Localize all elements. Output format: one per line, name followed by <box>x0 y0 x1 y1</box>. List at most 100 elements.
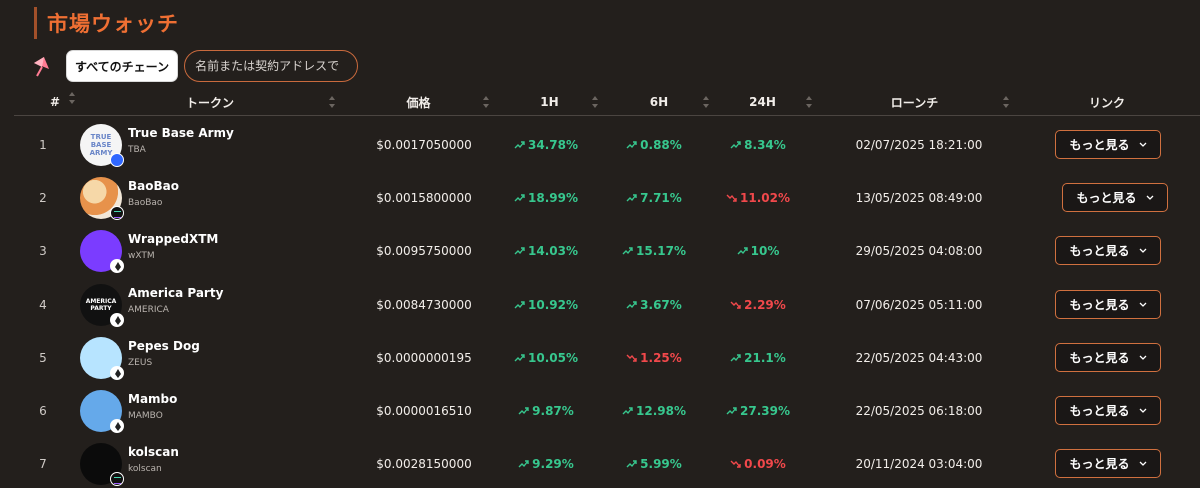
launch-time: 22/05/2025 06:18:00 <box>855 403 983 418</box>
chevron-down-icon <box>1139 408 1146 413</box>
trending-down-icon <box>726 194 737 202</box>
token-cell[interactable]: Mambo MAMBO <box>80 384 310 437</box>
token-cell[interactable]: kolscan kolscan <box>80 437 310 488</box>
token-cell[interactable]: TRUE BASE ARMY True Base Army TBA <box>80 118 310 171</box>
trending-up-icon <box>622 246 633 254</box>
row-index: 6 <box>39 403 47 418</box>
sort-arrows-icon[interactable] <box>806 96 812 108</box>
table-row[interactable]: 5 Pepes Dog ZEUS $0.0000000195 10.05% 1.… <box>14 331 1200 384</box>
change-6h: 5.99% <box>609 437 699 488</box>
more-links-button[interactable]: もっと見る <box>1055 343 1161 372</box>
sort-arrows-icon[interactable] <box>592 96 598 108</box>
chain-badge-icon <box>110 312 124 327</box>
column-token-header[interactable]: トークン <box>85 88 335 116</box>
sort-arrows-icon[interactable] <box>1003 96 1009 108</box>
more-links-button[interactable]: もっと見る <box>1055 449 1161 478</box>
row-index: 1 <box>39 137 47 152</box>
row-index: 3 <box>39 243 47 258</box>
table-row[interactable]: 6 Mambo MAMBO $0.0000016510 9.87% 12.98%… <box>14 384 1200 437</box>
change-6h: 7.71% <box>609 171 699 224</box>
token-name: True Base Army <box>128 125 234 140</box>
token-logo-text: AMERICA PARTY <box>85 297 117 312</box>
trending-up-icon <box>514 300 525 308</box>
more-links-button[interactable]: もっと見る <box>1062 183 1168 212</box>
trending-up-icon <box>626 193 637 201</box>
token-symbol: MAMBO <box>128 410 163 421</box>
launch-time: 20/11/2024 03:04:00 <box>855 456 983 471</box>
row-index: 7 <box>39 456 47 471</box>
token-cell[interactable]: AMERICA PARTY America Party AMERICA <box>80 278 310 331</box>
page-title-bar: 市場ウォッチ <box>34 7 179 39</box>
token-names: Pepes Dog ZEUS <box>128 339 200 368</box>
all-chains-button[interactable]: すべてのチェーン <box>66 50 179 82</box>
search-input[interactable] <box>184 50 359 82</box>
trending-down-icon <box>730 301 741 309</box>
more-links-button[interactable]: もっと見る <box>1055 290 1161 319</box>
change-24h: 0.09% <box>713 437 803 488</box>
column-launch-header[interactable]: ローンチ <box>820 88 1009 116</box>
trending-up-icon <box>730 353 741 361</box>
token-names: True Base Army TBA <box>128 126 234 155</box>
trending-up-icon <box>514 353 525 361</box>
row-index: 2 <box>39 190 47 205</box>
more-links-button[interactable]: もっと見る <box>1055 396 1161 425</box>
table-header: # トークン 価格 1H 6H 24H ローンチ リンク <box>14 88 1200 116</box>
column-6h-header[interactable]: 6H <box>609 88 709 116</box>
token-logo: TRUE BASE ARMY <box>80 123 124 167</box>
sort-arrows-icon[interactable] <box>329 96 335 108</box>
token-logo <box>80 442 124 486</box>
column-1h-header[interactable]: 1H <box>501 88 598 116</box>
more-links-button[interactable]: もっと見る <box>1055 130 1161 159</box>
column-price-header[interactable]: 価格 <box>348 88 489 116</box>
trending-up-icon <box>622 406 633 414</box>
token-names: BaoBao BaoBao <box>128 179 179 208</box>
trending-up-icon <box>514 246 525 254</box>
token-name: BaoBao <box>128 178 179 193</box>
row-index: 5 <box>39 350 47 365</box>
token-cell[interactable]: Pepes Dog ZEUS <box>80 331 310 384</box>
chain-badge-icon <box>110 418 124 433</box>
token-price: $0.0000016510 <box>376 403 472 418</box>
trending-up-icon <box>626 140 637 148</box>
change-1h: 14.03% <box>501 224 591 277</box>
token-symbol: AMERICA <box>128 304 169 315</box>
change-24h: 27.39% <box>713 384 803 437</box>
umbrella-icon[interactable] <box>30 54 54 78</box>
change-1h: 34.78% <box>501 118 591 171</box>
chain-badge-icon <box>110 205 124 220</box>
change-1h: 9.29% <box>501 437 591 488</box>
trending-up-icon <box>518 406 529 414</box>
token-cell[interactable]: WrappedXTM wXTM <box>80 224 310 277</box>
sort-arrows-icon[interactable] <box>483 96 489 108</box>
table-row[interactable]: 7 kolscan kolscan $0.0028150000 9.29% 5.… <box>14 437 1200 488</box>
token-price: $0.0084730000 <box>376 297 472 312</box>
token-symbol: BaoBao <box>128 197 163 208</box>
table-row[interactable]: 3 WrappedXTM wXTM $0.0095750000 14.03% 1… <box>14 224 1200 277</box>
sort-arrows-icon[interactable] <box>703 96 709 108</box>
trending-up-icon <box>737 246 748 254</box>
token-logo: AMERICA PARTY <box>80 283 124 327</box>
token-name: Mambo <box>128 391 178 406</box>
change-1h: 9.87% <box>501 384 591 437</box>
token-price: $0.0095750000 <box>376 243 472 258</box>
filter-bar: すべてのチェーン <box>30 50 359 82</box>
table-row[interactable]: 2 BaoBao BaoBao $0.0015800000 18.99% 7.7… <box>14 171 1200 224</box>
table-row[interactable]: 4 AMERICA PARTY America Party AMERICA $0… <box>14 278 1200 331</box>
token-price: $0.0028150000 <box>376 456 472 471</box>
launch-time: 22/05/2025 04:43:00 <box>855 350 983 365</box>
column-index-header[interactable]: # <box>31 88 79 116</box>
token-names: kolscan kolscan <box>128 445 179 474</box>
column-24h-header[interactable]: 24H <box>713 88 812 116</box>
sort-arrows-icon[interactable] <box>69 92 75 104</box>
token-names: America Party AMERICA <box>128 286 223 315</box>
token-price: $0.0015800000 <box>376 190 472 205</box>
chevron-down-icon <box>1139 248 1146 253</box>
more-links-button[interactable]: もっと見る <box>1055 236 1161 265</box>
token-cell[interactable]: BaoBao BaoBao <box>80 171 310 224</box>
change-6h: 12.98% <box>609 384 699 437</box>
token-logo <box>80 229 124 273</box>
trending-up-icon <box>626 300 637 308</box>
page-title: 市場ウォッチ <box>47 12 179 36</box>
table-row[interactable]: 1 TRUE BASE ARMY True Base Army TBA $0.0… <box>14 118 1200 171</box>
chain-badge-icon <box>110 152 124 167</box>
